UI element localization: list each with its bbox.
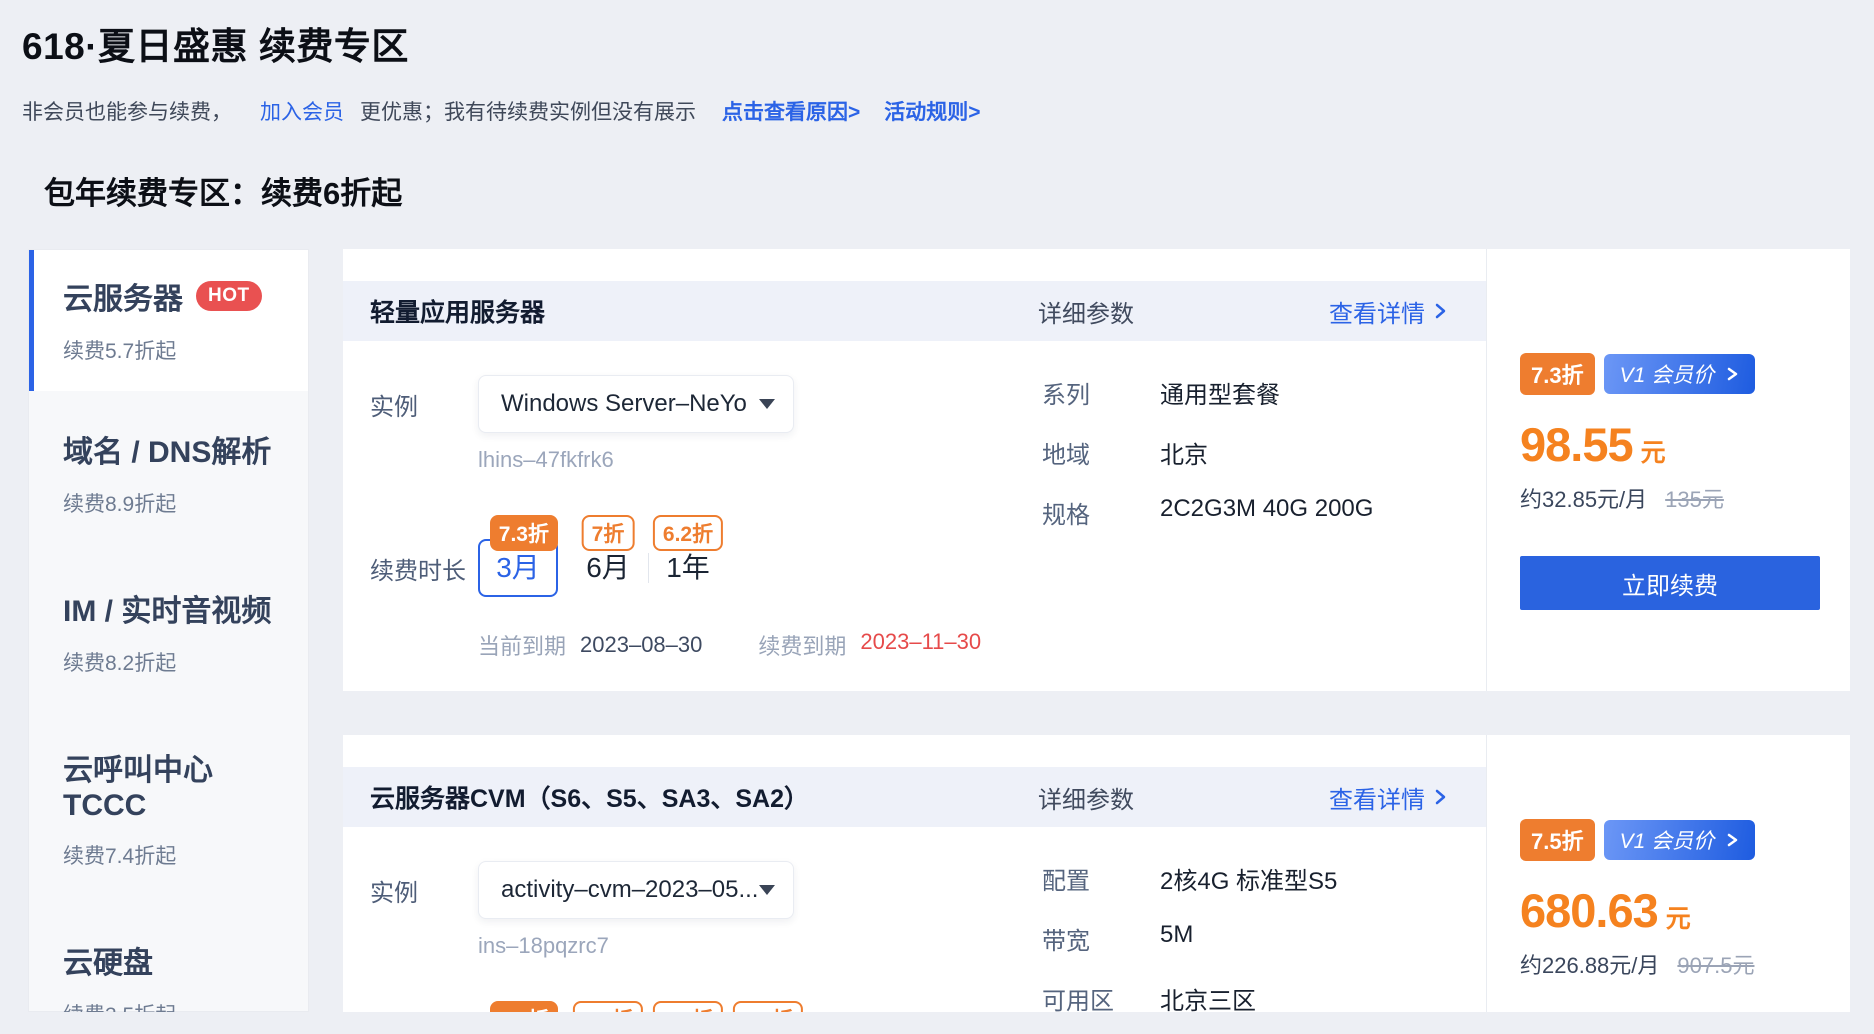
monthly-price: 约32.85元/月 — [1520, 482, 1647, 514]
price-panel: 7.3折 V1 会员价 98.55 元 约32.85元/月 135元 — [1486, 249, 1850, 691]
current-expiry-date: 2023–08–30 — [580, 632, 702, 658]
view-reason-link[interactable]: 点击查看原因> — [722, 96, 860, 126]
duration-label: 续费时长 — [370, 515, 478, 597]
page-subtitle: 非会员也能参与续费， 加入会员 更优惠；我有待续费实例但没有展示 点击查看原因>… — [22, 96, 1850, 126]
price-discount-badge: 7.3折 — [1520, 353, 1595, 395]
monthly-price: 约226.88元/月 — [1520, 948, 1659, 980]
product-card-lighthouse: 轻量应用服务器 详细参数 查看详情 实例 — [343, 249, 1850, 691]
sidebar-item-title: 域名 / DNS解析 — [63, 427, 271, 471]
sidebar-item-title: 云硬盘 — [63, 938, 153, 982]
original-price: 135元 — [1665, 482, 1724, 514]
sidebar-item-title: 云呼叫中心TCCC — [63, 745, 292, 823]
discount-badge: 6.2折 — [653, 1001, 723, 1012]
member-price-badge[interactable]: V1 会员价 — [1604, 354, 1756, 394]
duration-option-3month[interactable]: 7.3折 3月 — [478, 515, 558, 597]
price-unit: 元 — [1641, 433, 1666, 469]
instance-select[interactable]: Windows Server–NeYo — [478, 375, 794, 433]
chevron-right-icon — [1726, 832, 1739, 848]
current-expiry-label: 当前到期 — [478, 629, 566, 661]
sidebar-item-cloud-disk[interactable]: 云硬盘 续费3.5折起 — [29, 902, 308, 1012]
spec-row: 规格 2C2G3M 40G 200G — [1042, 495, 1486, 530]
card-title: 轻量应用服务器 — [370, 293, 545, 329]
page-header: 618·夏日盛惠 续费专区 非会员也能参与续费， 加入会员 更优惠；我有待续费实… — [0, 0, 1874, 213]
member-price-badge[interactable]: V1 会员价 — [1604, 820, 1756, 860]
renew-now-button[interactable]: 立即续费 — [1520, 556, 1820, 610]
section-title: 包年续费专区：续费6折起 — [44, 168, 1850, 213]
discount-badge: 7.5折 — [490, 1001, 558, 1012]
spec-list: 配置 2核4G 标准型S5 带宽 5M 可用区 北京三区 — [1042, 861, 1486, 1012]
duration-selector: 7.3折 3月 7折 6月 6.2折 1年 — [478, 515, 728, 597]
subtitle-text-1: 非会员也能参与续费， — [22, 96, 232, 126]
spec-row: 带宽 5M — [1042, 921, 1486, 956]
dropdown-caret-icon — [759, 399, 775, 409]
instance-id: lhins–47fkfrk6 — [478, 447, 1042, 473]
instance-select-value: Windows Server–NeYo — [501, 390, 747, 418]
price-unit: 元 — [1666, 899, 1691, 935]
price-amount: 98.55 — [1520, 417, 1633, 472]
sidebar-item-tccc[interactable]: 云呼叫中心TCCC 续费7.4折起 — [29, 709, 308, 902]
instance-select-value: activity–cvm–2023–05... — [501, 876, 758, 904]
duration-option-6month[interactable]: 7折 6月 — [568, 515, 648, 597]
view-detail-link[interactable]: 查看详情 — [1329, 294, 1448, 329]
content-area: 云服务器 HOT 续费5.7折起 域名 / DNS解析 续费8.9折起 IM /… — [0, 249, 1874, 1012]
card-header: 云服务器CVM（S6、S5、SA3、SA2） 详细参数 查看详情 — [343, 767, 1486, 827]
join-member-link[interactable]: 加入会员 — [260, 96, 344, 126]
sidebar-item-subtitle: 续费8.2折起 — [63, 647, 292, 677]
duration-option-3month[interactable]: 7.5折 3月 — [478, 1001, 558, 1012]
sidebar-item-title: 云服务器 — [63, 274, 183, 318]
renewal-promo-page: 618·夏日盛惠 续费专区 非会员也能参与续费， 加入会员 更优惠；我有待续费实… — [0, 0, 1874, 1034]
sidebar-item-cloud-server[interactable]: 云服务器 HOT 续费5.7折起 — [29, 250, 308, 391]
sidebar-item-title: IM / 实时音视频 — [63, 586, 271, 630]
sidebar-item-subtitle: 续费3.5折起 — [63, 999, 292, 1012]
product-card-list: 轻量应用服务器 详细参数 查看详情 实例 — [343, 249, 1850, 1012]
hot-badge: HOT — [196, 281, 262, 311]
discount-badge: 6.2折 — [653, 515, 723, 551]
sidebar-item-domain-dns[interactable]: 域名 / DNS解析 续费8.9折起 — [29, 391, 308, 550]
duration-label: 续费时长 — [370, 1001, 478, 1012]
duration-option-1year[interactable]: 6.2折 1年 — [648, 515, 728, 597]
sidebar-item-im-trtc[interactable]: IM / 实时音视频 续费8.2折起 — [29, 550, 308, 709]
spec-row: 配置 2核4G 标准型S5 — [1042, 861, 1486, 896]
instance-select[interactable]: activity–cvm–2023–05... — [478, 861, 794, 919]
price-discount-badge: 7.5折 — [1520, 819, 1595, 861]
spec-row: 系列 通用型套餐 — [1042, 375, 1486, 410]
renew-expiry-label: 续费到期 — [758, 629, 846, 661]
dropdown-caret-icon — [759, 885, 775, 895]
discount-badge: 7.3折 — [490, 515, 558, 551]
card-title: 云服务器CVM（S6、S5、SA3、SA2） — [370, 779, 809, 815]
sidebar-item-subtitle: 续费5.7折起 — [63, 335, 292, 365]
instance-label: 实例 — [370, 873, 478, 908]
discount-badge: 7折 — [582, 515, 635, 551]
category-sidebar: 云服务器 HOT 续费5.7折起 域名 / DNS解析 续费8.9折起 IM /… — [28, 249, 309, 1012]
params-label: 详细参数 — [1038, 294, 1134, 329]
sidebar-item-subtitle: 续费8.9折起 — [63, 488, 292, 518]
discount-badge: 7.1折 — [573, 1001, 643, 1012]
page-title: 618·夏日盛惠 续费专区 — [22, 16, 1850, 70]
chevron-right-icon — [1433, 302, 1448, 320]
instance-label: 实例 — [370, 387, 478, 422]
discount-badge: 3.9折 — [733, 1001, 803, 1012]
price-panel: 7.5折 V1 会员价 680.63 元 约226.88元/月 907.5元 — [1486, 735, 1850, 1012]
expiry-dates-row: 当前到期 2023–08–30 续费到期 2023–11–30 — [478, 629, 1042, 661]
duration-selector: 7.5折 3月 7.1折 6月 6.2折 1年 — [478, 1001, 808, 1012]
product-card-cvm: 云服务器CVM（S6、S5、SA3、SA2） 详细参数 查看详情 — [343, 735, 1850, 1012]
subtitle-text-2: 更优惠；我有待续费实例但没有展示 — [360, 96, 696, 126]
chevron-right-icon — [1433, 788, 1448, 806]
spec-row: 可用区 北京三区 — [1042, 981, 1486, 1012]
duration-option-3year[interactable]: 3.9折 3年 — [728, 1001, 808, 1012]
activity-rules-link[interactable]: 活动规则> — [884, 96, 980, 126]
card-header: 轻量应用服务器 详细参数 查看详情 — [343, 281, 1486, 341]
spec-row: 地域 北京 — [1042, 435, 1486, 470]
original-price: 907.5元 — [1677, 948, 1754, 980]
price-amount: 680.63 — [1520, 883, 1658, 938]
duration-option-6month[interactable]: 7.1折 6月 — [568, 1001, 648, 1012]
sidebar-item-subtitle: 续费7.4折起 — [63, 840, 292, 870]
spec-list: 系列 通用型套餐 地域 北京 规格 2C2G3M 40G 200G — [1042, 375, 1486, 661]
view-detail-link[interactable]: 查看详情 — [1329, 780, 1448, 815]
chevron-right-icon — [1726, 366, 1739, 382]
instance-id: ins–18pqzrc7 — [478, 933, 1042, 959]
duration-option-1year[interactable]: 6.2折 1年 — [648, 1001, 728, 1012]
params-label: 详细参数 — [1038, 780, 1134, 815]
renew-expiry-date: 2023–11–30 — [860, 629, 981, 661]
